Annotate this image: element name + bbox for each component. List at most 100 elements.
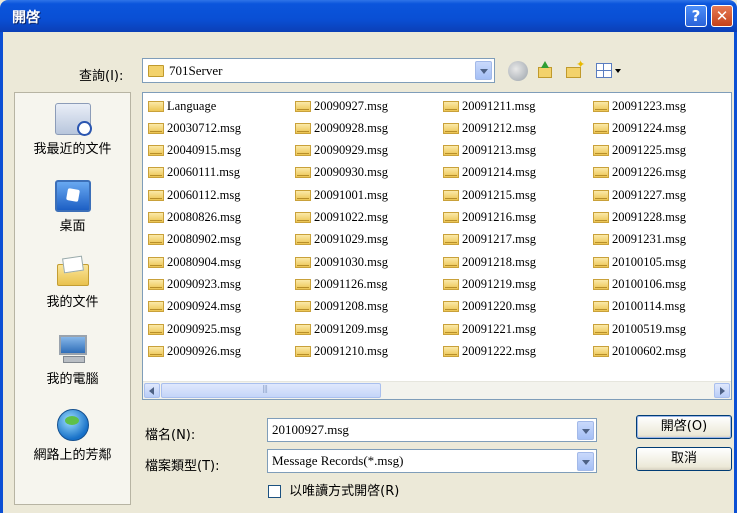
open-button[interactable]: 開啓(O) xyxy=(636,415,732,439)
file-name: 20091226.msg xyxy=(612,165,686,179)
file-name: 20060112.msg xyxy=(167,188,241,202)
message-file-icon xyxy=(593,346,609,357)
chevron-down-icon[interactable] xyxy=(577,421,594,440)
message-file-icon xyxy=(295,212,311,223)
message-file-icon xyxy=(148,324,164,335)
place-label: 我的電腦 xyxy=(46,372,99,387)
file-name: 20091216.msg xyxy=(462,210,536,224)
message-file-icon xyxy=(593,324,609,335)
place-recent[interactable]: 我最近的文件 xyxy=(15,103,130,157)
file-name: 20091218.msg xyxy=(462,255,536,269)
message-file-icon xyxy=(593,301,609,312)
look-in-value: 701Server xyxy=(169,63,223,78)
message-file-icon xyxy=(295,279,311,290)
scrollbar-thumb[interactable] xyxy=(161,383,381,398)
scroll-right-icon[interactable] xyxy=(714,383,730,398)
message-file-icon xyxy=(443,212,459,223)
file-name: Language xyxy=(167,99,217,113)
file-list[interactable]: Language 20030712.msg 20040915.msg 20060… xyxy=(142,92,732,400)
file-name: 20091214.msg xyxy=(462,165,536,179)
title-bar: 開啓 ? ✕ xyxy=(0,0,737,32)
message-file-icon xyxy=(593,145,609,156)
place-desktop[interactable]: 桌面 xyxy=(15,180,130,234)
message-file-icon xyxy=(593,257,609,268)
up-folder-icon[interactable] xyxy=(535,61,555,81)
scroll-left-icon[interactable] xyxy=(144,383,160,398)
message-file-icon xyxy=(443,145,459,156)
checkbox-box[interactable] xyxy=(268,485,281,498)
message-file-icon xyxy=(148,145,164,156)
file-name: 20091225.msg xyxy=(612,143,686,157)
file-name-value: 20100927.msg xyxy=(272,422,349,437)
file-name: 20091209.msg xyxy=(314,322,388,336)
look-in-label: 查詢(I): xyxy=(79,69,124,84)
message-file-icon xyxy=(148,167,164,178)
my-documents-icon xyxy=(55,256,91,288)
message-file-icon xyxy=(148,301,164,312)
file-name: 20090929.msg xyxy=(314,143,388,157)
file-name: 20100114.msg xyxy=(612,299,686,313)
back-icon[interactable] xyxy=(508,61,528,81)
file-name: 20091219.msg xyxy=(462,277,536,291)
horizontal-scrollbar[interactable] xyxy=(143,381,731,399)
file-name: 20091001.msg xyxy=(314,188,388,202)
file-name: 20100602.msg xyxy=(612,344,686,358)
file-name: 20060111.msg xyxy=(167,165,241,179)
message-file-icon xyxy=(593,123,609,134)
message-file-icon xyxy=(148,279,164,290)
place-label: 我的文件 xyxy=(46,295,99,310)
file-name: 20091029.msg xyxy=(314,232,388,246)
views-menu-icon[interactable] xyxy=(596,61,622,81)
message-file-icon xyxy=(295,324,311,335)
file-name: 20091227.msg xyxy=(612,188,686,202)
folder-icon xyxy=(148,65,164,77)
message-file-icon xyxy=(443,257,459,268)
file-name: 20090925.msg xyxy=(167,322,241,336)
message-file-icon xyxy=(443,301,459,312)
file-name: 20090928.msg xyxy=(314,121,388,135)
cancel-button[interactable]: 取消 xyxy=(636,447,732,471)
chevron-down-icon[interactable] xyxy=(577,452,594,471)
file-name-input[interactable]: 20100927.msg xyxy=(267,418,597,442)
message-file-icon xyxy=(295,101,311,112)
readonly-checkbox[interactable]: 以唯讀方式開啓(R) xyxy=(268,480,399,499)
file-name: 20091217.msg xyxy=(462,232,536,246)
chevron-down-icon[interactable] xyxy=(475,61,492,80)
new-folder-icon[interactable] xyxy=(565,58,585,81)
file-name-label: 檔名(N): xyxy=(145,428,196,443)
file-name: 20100106.msg xyxy=(612,277,686,291)
message-file-icon xyxy=(593,101,609,112)
help-button[interactable]: ? xyxy=(685,5,707,27)
recent-documents-icon xyxy=(54,103,92,136)
place-my-computer[interactable]: 我的電腦 xyxy=(15,333,130,387)
place-network[interactable]: 網路上的芳鄰 xyxy=(15,409,130,463)
file-type-value: Message Records(*.msg) xyxy=(272,453,404,468)
place-my-documents[interactable]: 我的文件 xyxy=(15,256,130,310)
file-name: 20080826.msg xyxy=(167,210,241,224)
message-file-icon xyxy=(443,234,459,245)
file-name: 20090923.msg xyxy=(167,277,241,291)
message-file-icon xyxy=(593,190,609,201)
message-file-icon xyxy=(443,346,459,357)
readonly-label: 以唯讀方式開啓(R) xyxy=(289,484,400,499)
file-name: 20090926.msg xyxy=(167,344,241,358)
file-name: 20091022.msg xyxy=(314,210,388,224)
file-name: 20091208.msg xyxy=(314,299,388,313)
message-file-icon xyxy=(443,167,459,178)
message-file-icon xyxy=(148,234,164,245)
message-file-icon xyxy=(443,123,459,134)
file-type-select[interactable]: Message Records(*.msg) xyxy=(267,449,597,473)
file-name: 20040915.msg xyxy=(167,143,241,157)
file-name: 20091030.msg xyxy=(314,255,388,269)
look-in-dropdown[interactable]: 701Server xyxy=(142,58,495,83)
desktop-icon xyxy=(54,180,91,212)
message-file-icon xyxy=(295,190,311,201)
file-name: 20091231.msg xyxy=(612,232,686,246)
message-file-icon xyxy=(295,257,311,268)
message-file-icon xyxy=(148,212,164,223)
place-label: 我最近的文件 xyxy=(33,142,112,157)
close-button[interactable]: ✕ xyxy=(711,5,733,27)
message-file-icon xyxy=(295,123,311,134)
places-bar: 我最近的文件 桌面 我的文件 我的電腦 網路上的芳鄰 xyxy=(14,92,131,505)
file-name: 20091221.msg xyxy=(462,322,536,336)
